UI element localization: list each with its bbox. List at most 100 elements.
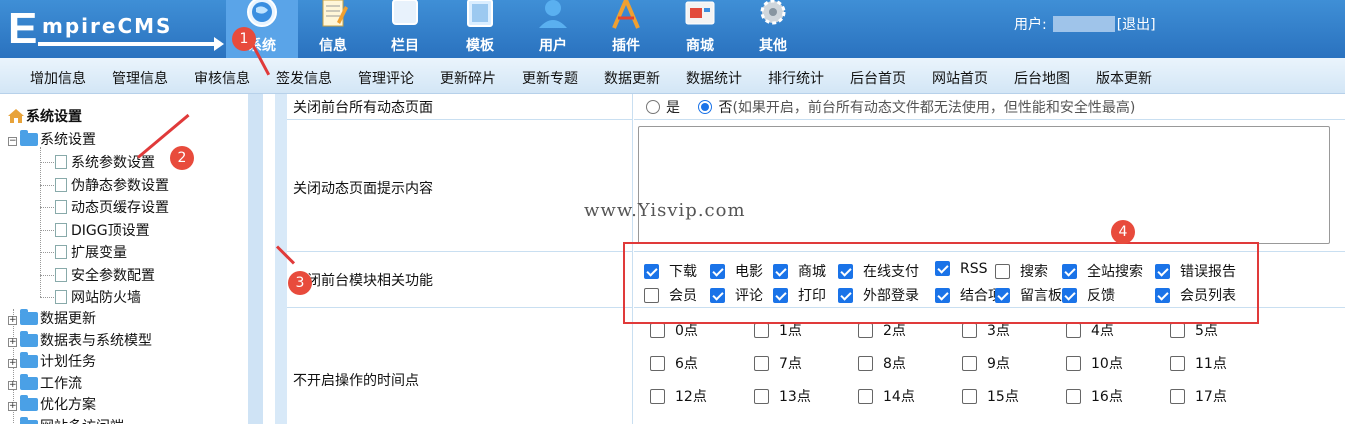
submenu-item[interactable]: 更新专题 xyxy=(522,68,578,88)
user-prefix: 用户: xyxy=(1014,17,1047,33)
nav-column[interactable]: 栏目 xyxy=(369,0,441,58)
submenu-item[interactable]: 排行统计 xyxy=(768,68,824,88)
hour-checkbox[interactable] xyxy=(1170,323,1185,338)
hour-checkbox[interactable] xyxy=(1066,323,1081,338)
submenu-item[interactable]: 签发信息 xyxy=(276,68,332,88)
hour-checkbox[interactable] xyxy=(1066,389,1081,404)
hour-checkbox-item[interactable]: 8点 xyxy=(858,353,906,373)
radio-no-label: 否 xyxy=(718,100,733,116)
collapse-icon[interactable]: − xyxy=(8,137,17,146)
empirecms-logo[interactable]: E mpireCMS xyxy=(8,4,224,53)
hour-checkbox-item[interactable]: 17点 xyxy=(1170,386,1227,406)
hour-checkbox[interactable] xyxy=(962,356,977,371)
hour-checkbox-item[interactable]: 16点 xyxy=(1066,386,1123,406)
close-tip-textarea[interactable] xyxy=(638,126,1330,244)
nav-user[interactable]: 用户 xyxy=(517,0,589,58)
hour-checkbox-item[interactable]: 15点 xyxy=(962,386,1019,406)
hour-checkbox[interactable] xyxy=(650,356,665,371)
expand-icon[interactable]: + xyxy=(8,359,17,368)
annotation-badge-2: 2 xyxy=(170,146,194,170)
hour-checkbox[interactable] xyxy=(650,389,665,404)
hour-checkbox[interactable] xyxy=(1066,356,1081,371)
tree-item[interactable]: 动态页缓存设置 xyxy=(55,197,169,217)
radio-yes[interactable] xyxy=(646,100,660,114)
hour-checkbox-item[interactable]: 12点 xyxy=(650,386,707,406)
row-hours-value: 0点 1点 2点 3点 4点 5点 6点 7点 8点 9点 10点 11点 12点 13点 14点 15点 16… xyxy=(634,308,1345,424)
nav-template[interactable]: 模板 xyxy=(444,0,516,58)
tree-group-label: 计划任务 xyxy=(40,354,96,370)
hour-checkbox[interactable] xyxy=(754,323,769,338)
submenu-item[interactable]: 后台地图 xyxy=(1014,68,1070,88)
hour-checkbox-label: 7点 xyxy=(779,356,802,372)
compass-icon xyxy=(612,0,640,29)
hour-checkbox[interactable] xyxy=(858,389,873,404)
window-icon xyxy=(392,0,418,25)
submenu-item[interactable]: 审核信息 xyxy=(194,68,250,88)
row-close-modules-label: 关闭前台模块相关功能 xyxy=(287,252,633,308)
hour-checkbox-item[interactable]: 9点 xyxy=(962,353,1010,373)
hour-checkbox[interactable] xyxy=(858,323,873,338)
nav-plugin[interactable]: 插件 xyxy=(590,0,662,58)
hour-checkbox-label: 9点 xyxy=(987,356,1010,372)
sidebar-splitter[interactable] xyxy=(248,94,263,424)
expand-icon[interactable]: + xyxy=(8,380,17,390)
tree-item[interactable]: 伪静态参数设置 xyxy=(55,175,169,195)
submenu-item[interactable]: 管理信息 xyxy=(112,68,168,88)
logout-link[interactable]: [退出] xyxy=(1117,17,1156,33)
tree-item[interactable]: 网站防火墙 xyxy=(55,287,141,307)
tree-group-system[interactable]: − 系统设置 xyxy=(8,129,96,149)
tree-group[interactable]: + 优化方案 xyxy=(8,394,96,414)
row-hours-label: 不开启操作的时间点 xyxy=(287,308,633,424)
hour-checkbox[interactable] xyxy=(858,356,873,371)
nav-shop[interactable]: 商城 xyxy=(664,0,736,58)
annotation-badge-1: 1 xyxy=(232,27,256,51)
hour-checkbox-label: 3点 xyxy=(987,323,1010,339)
tree-guide xyxy=(40,274,54,276)
tree-group[interactable]: + 数据更新 xyxy=(8,308,96,328)
submenu-item[interactable]: 后台首页 xyxy=(850,68,906,88)
nav-other[interactable]: 其他 xyxy=(737,0,809,58)
submenu-item[interactable]: 数据统计 xyxy=(686,68,742,88)
submenu-item[interactable]: 管理评论 xyxy=(358,68,414,88)
submenu-item[interactable]: 增加信息 xyxy=(30,68,86,88)
submenu-item[interactable]: 网站首页 xyxy=(932,68,988,88)
tree-group[interactable]: +网站多访问端 xyxy=(8,416,124,424)
submenu-item[interactable]: 版本更新 xyxy=(1096,68,1152,88)
tree-item[interactable]: DIGG顶设置 xyxy=(55,220,150,240)
nav-label: 栏目 xyxy=(391,38,419,54)
tree-guide xyxy=(40,184,54,186)
hour-checkbox-label: 13点 xyxy=(779,389,811,405)
hour-checkbox[interactable] xyxy=(650,323,665,338)
tree-group[interactable]: + 计划任务 xyxy=(8,351,96,371)
hour-checkbox-item[interactable]: 11点 xyxy=(1170,353,1227,373)
hour-checkbox[interactable] xyxy=(962,389,977,404)
annotation-highlight-box xyxy=(623,242,1259,324)
nav-info[interactable]: 信息 xyxy=(297,0,369,58)
hour-checkbox-item[interactable]: 6点 xyxy=(650,353,698,373)
expand-icon[interactable]: + xyxy=(8,402,17,411)
hour-checkbox-item[interactable]: 14点 xyxy=(858,386,915,406)
annotation-badge-4: 4 xyxy=(1111,220,1135,244)
tree-group[interactable]: + 数据表与系统模型 xyxy=(8,330,152,350)
submenu-item[interactable]: 更新碎片 xyxy=(440,68,496,88)
expand-icon[interactable]: + xyxy=(8,316,17,325)
folder-icon xyxy=(20,373,38,390)
hour-checkbox[interactable] xyxy=(754,356,769,371)
tree-item-label: 动态页缓存设置 xyxy=(71,200,169,216)
hour-checkbox-item[interactable]: 13点 xyxy=(754,386,811,406)
tree-item[interactable]: 安全参数配置 xyxy=(55,265,155,285)
hour-checkbox[interactable] xyxy=(754,389,769,404)
tree-item-label: 网站防火墙 xyxy=(71,290,141,306)
expand-icon[interactable]: + xyxy=(8,337,17,347)
tree-item-label: 扩展变量 xyxy=(71,245,127,261)
hour-checkbox[interactable] xyxy=(962,323,977,338)
hour-checkbox[interactable] xyxy=(1170,356,1185,371)
tree-root[interactable]: 系统设置 xyxy=(8,106,82,126)
hour-checkbox-item[interactable]: 7点 xyxy=(754,353,802,373)
radio-no[interactable] xyxy=(698,100,713,114)
tree-group[interactable]: + 工作流 xyxy=(8,373,82,393)
hour-checkbox-item[interactable]: 10点 xyxy=(1066,353,1123,373)
hour-checkbox[interactable] xyxy=(1170,389,1185,404)
submenu-item[interactable]: 数据更新 xyxy=(604,68,660,88)
tree-item[interactable]: 扩展变量 xyxy=(55,242,127,262)
